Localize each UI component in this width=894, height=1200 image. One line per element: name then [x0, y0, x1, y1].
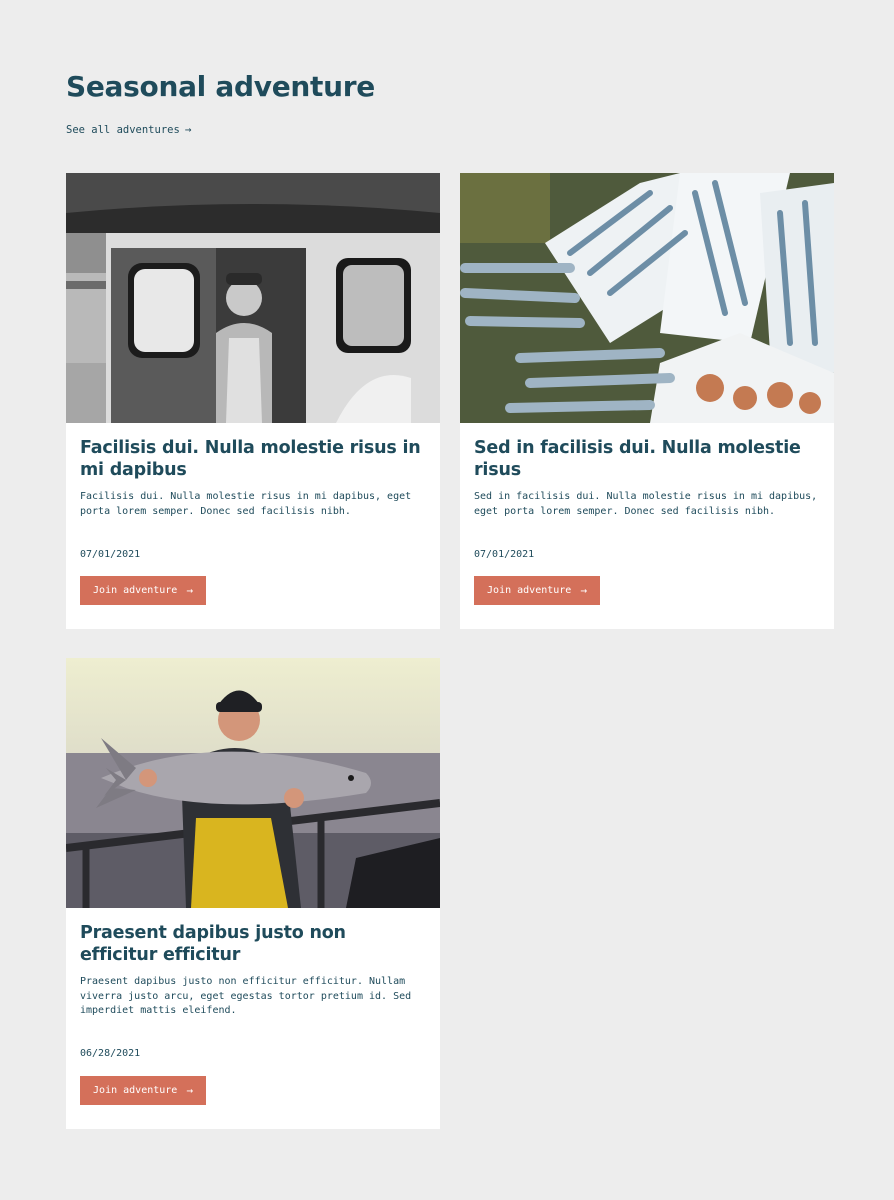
card-body: Facilisis dui. Nulla molestie risus in m… — [66, 423, 440, 543]
join-adventure-label: Join adventure — [93, 1085, 178, 1096]
card-title: Sed in facilisis dui. Nulla molestie ris… — [474, 438, 801, 480]
join-adventure-button[interactable]: Join adventure → — [80, 576, 206, 605]
join-adventure-button[interactable]: Join adventure → — [80, 1076, 206, 1105]
fisherman-holding-salmon-photo[interactable] — [66, 658, 440, 908]
card-description: Facilisis dui. Nulla molestie risus in m… — [80, 491, 412, 517]
join-adventure-label: Join adventure — [93, 585, 178, 596]
section-title: Seasonal adventure — [66, 70, 375, 103]
card-title: Facilisis dui. Nulla molestie risus in m… — [80, 438, 421, 480]
see-all-adventures-link[interactable]: See all adventures → — [66, 123, 191, 136]
join-adventure-label: Join adventure — [487, 585, 572, 596]
card-body: Praesent dapibus justo non efficitur eff… — [66, 908, 440, 1043]
card-description: Sed in facilisis dui. Nulla molestie ris… — [474, 491, 818, 517]
fish-crates-photo[interactable] — [460, 173, 834, 423]
adventure-card: Praesent dapibus justo non efficitur eff… — [66, 658, 440, 1129]
card-date: 06/28/2021 — [80, 1048, 141, 1059]
join-adventure-button[interactable]: Join adventure → — [474, 576, 600, 605]
adventure-card: Sed in facilisis dui. Nulla molestie ris… — [460, 173, 834, 629]
fisherman-on-boat-photo[interactable] — [66, 173, 440, 423]
card-body: Sed in facilisis dui. Nulla molestie ris… — [460, 423, 834, 543]
adventure-card: Facilisis dui. Nulla molestie risus in m… — [66, 173, 440, 629]
card-title: Praesent dapibus justo non efficitur eff… — [80, 923, 346, 965]
arrow-right-icon: → — [186, 584, 193, 597]
arrow-right-icon: → — [186, 1084, 193, 1097]
arrow-right-icon: → — [184, 123, 192, 136]
card-description: Praesent dapibus justo non efficitur eff… — [80, 976, 412, 1016]
card-date: 07/01/2021 — [474, 549, 535, 560]
see-all-label: See all adventures — [66, 123, 180, 136]
card-date: 07/01/2021 — [80, 549, 141, 560]
arrow-right-icon: → — [580, 584, 587, 597]
